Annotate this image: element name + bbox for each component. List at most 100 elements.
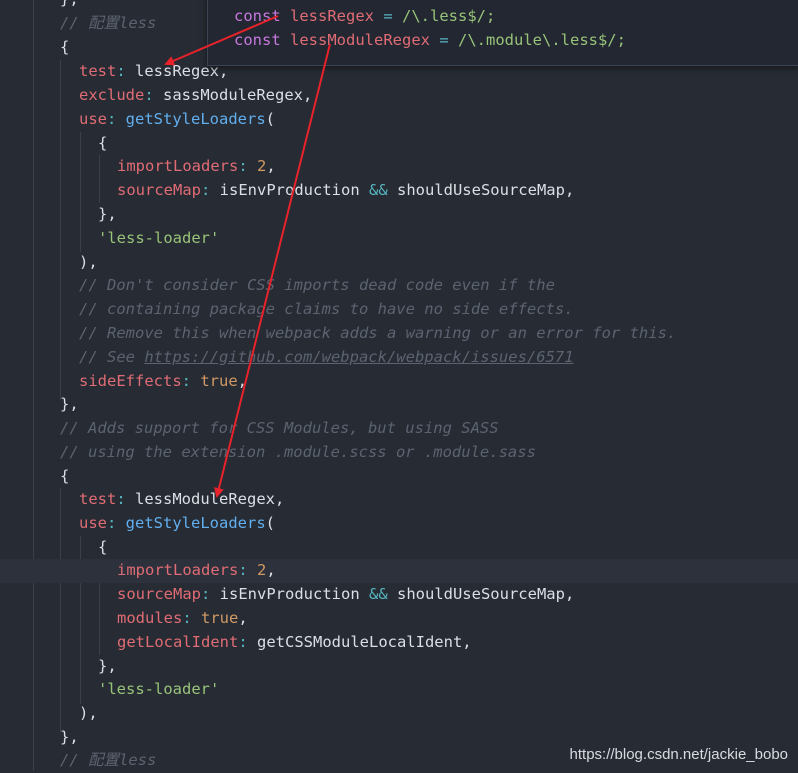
- code-comment: // 配置less: [60, 14, 157, 32]
- code-number: 2: [257, 561, 267, 579]
- code-line: use: getStyleLoaders(: [79, 512, 275, 536]
- code-punct: :: [238, 157, 257, 175]
- code-line: importLoaders: 2,: [117, 155, 276, 179]
- code-text: {: [60, 38, 70, 56]
- code-text: },: [60, 0, 79, 8]
- code-line: // Remove this when webpack adds a warni…: [79, 322, 676, 346]
- code-function: getStyleLoaders: [125, 514, 266, 532]
- code-text: {: [98, 134, 108, 152]
- code-line: },: [60, 393, 79, 417]
- code-boolean: true: [201, 609, 239, 627]
- code-comment: // Don't consider CSS imports dead code …: [79, 276, 555, 294]
- code-punct: :: [107, 110, 126, 128]
- code-text: },: [98, 205, 117, 223]
- code-text: lessModuleRegex,: [135, 490, 285, 508]
- code-punct: :: [201, 585, 220, 603]
- code-operator: &&: [368, 585, 388, 603]
- code-property: exclude: [79, 86, 145, 104]
- code-property: test: [79, 490, 117, 508]
- indent-guide: [60, 488, 61, 733]
- code-line: sourceMap: isEnvProduction && shouldUseS…: [117, 583, 574, 607]
- code-keyword: const: [234, 31, 281, 49]
- code-line: {: [60, 36, 69, 60]
- code-comment: // using the extension .module.scss or .…: [60, 443, 536, 461]
- code-comment: // See: [79, 348, 145, 366]
- code-text: ,: [237, 372, 247, 390]
- code-line: // Don't consider CSS imports dead code …: [79, 274, 555, 298]
- code-editor[interactable]: }, // 配置less { test: lessRegex, exclude:…: [0, 0, 798, 771]
- code-link[interactable]: https://github.com/webpack/webpack/issue…: [144, 348, 573, 366]
- code-property: sideEffects: [79, 372, 182, 390]
- code-punct: :: [107, 514, 126, 532]
- code-line: // Adds support for CSS Modules, but usi…: [60, 417, 499, 441]
- code-line: test: lessRegex,: [79, 60, 228, 84]
- code-comment: // containing package claims to have no …: [79, 300, 574, 318]
- code-property: use: [79, 514, 107, 532]
- indent-guide: [60, 60, 61, 400]
- code-property: getLocalIdent: [117, 633, 239, 651]
- code-text: (: [265, 110, 275, 128]
- code-line: test: lessModuleRegex,: [79, 488, 284, 512]
- code-text: getCSSModuleLocalIdent,: [257, 633, 472, 651]
- code-text: },: [98, 657, 117, 675]
- code-line: // 配置less: [60, 749, 156, 773]
- code-operator: =: [430, 31, 458, 49]
- code-line: ),: [79, 702, 98, 726]
- code-line: 'less-loader': [98, 678, 219, 702]
- code-punct: :: [144, 86, 163, 104]
- indent-guide: [33, 0, 34, 771]
- code-line: // See https://github.com/webpack/webpac…: [79, 346, 574, 370]
- code-line: {: [98, 536, 107, 560]
- code-line: {: [98, 132, 107, 156]
- watermark-text: https://blog.csdn.net/jackie_bobo: [569, 746, 788, 763]
- code-property: sourceMap: [117, 181, 201, 199]
- code-variable: lessModuleRegex: [290, 31, 430, 49]
- code-text: ),: [79, 253, 98, 271]
- code-text: ,: [266, 561, 276, 579]
- code-line: },: [60, 726, 79, 750]
- code-line: // using the extension .module.scss or .…: [60, 441, 536, 465]
- code-text: isEnvProduction: [219, 585, 369, 603]
- code-line: sourceMap: isEnvProduction && shouldUseS…: [117, 179, 574, 203]
- code-boolean: true: [200, 372, 238, 390]
- code-punct: :: [181, 372, 201, 390]
- code-line: // 配置less: [60, 12, 156, 36]
- code-number: 2: [257, 157, 267, 175]
- code-line: // containing package claims to have no …: [79, 298, 574, 322]
- code-line: modules: true,: [117, 607, 248, 631]
- code-property: sourceMap: [117, 585, 201, 603]
- code-text: },: [60, 395, 79, 413]
- code-text: {: [98, 538, 108, 556]
- code-punct: :: [238, 633, 257, 651]
- popup-line: const lessRegex = /\.less$/;: [234, 5, 495, 29]
- code-string: 'less-loader': [98, 229, 220, 247]
- code-punct: :: [116, 490, 135, 508]
- code-property: modules: [117, 609, 183, 627]
- regex-definition-popup: const lessRegex = /\.less$/; const lessM…: [207, 0, 798, 66]
- code-text: ),: [79, 704, 98, 722]
- code-text: ,: [238, 609, 248, 627]
- code-function: getStyleLoaders: [125, 110, 266, 128]
- code-property: importLoaders: [117, 157, 239, 175]
- code-variable: lessRegex: [290, 7, 375, 25]
- code-line: importLoaders: 2,: [117, 559, 276, 583]
- code-text: isEnvProduction: [219, 181, 369, 199]
- code-line: sideEffects: true,: [79, 370, 247, 394]
- code-text: shouldUseSourceMap,: [387, 585, 575, 603]
- code-line: getLocalIdent: getCSSModuleLocalIdent,: [117, 631, 472, 655]
- code-text: ,: [266, 157, 276, 175]
- popup-line: const lessModuleRegex = /\.module\.less$…: [234, 29, 626, 53]
- code-line: use: getStyleLoaders(: [79, 108, 275, 132]
- code-property: use: [79, 110, 107, 128]
- code-comment: // 配置less: [60, 751, 157, 769]
- code-operator: =: [374, 7, 403, 25]
- code-regex: /\.less$/;: [402, 7, 496, 25]
- code-text: {: [60, 467, 70, 485]
- code-line: exclude: sassModuleRegex,: [79, 84, 312, 108]
- code-line: },: [98, 655, 117, 679]
- code-punct: :: [201, 181, 220, 199]
- code-string: 'less-loader': [98, 680, 220, 698]
- code-keyword: const: [234, 7, 281, 25]
- code-property: importLoaders: [117, 561, 239, 579]
- indent-guide: [99, 155, 100, 203]
